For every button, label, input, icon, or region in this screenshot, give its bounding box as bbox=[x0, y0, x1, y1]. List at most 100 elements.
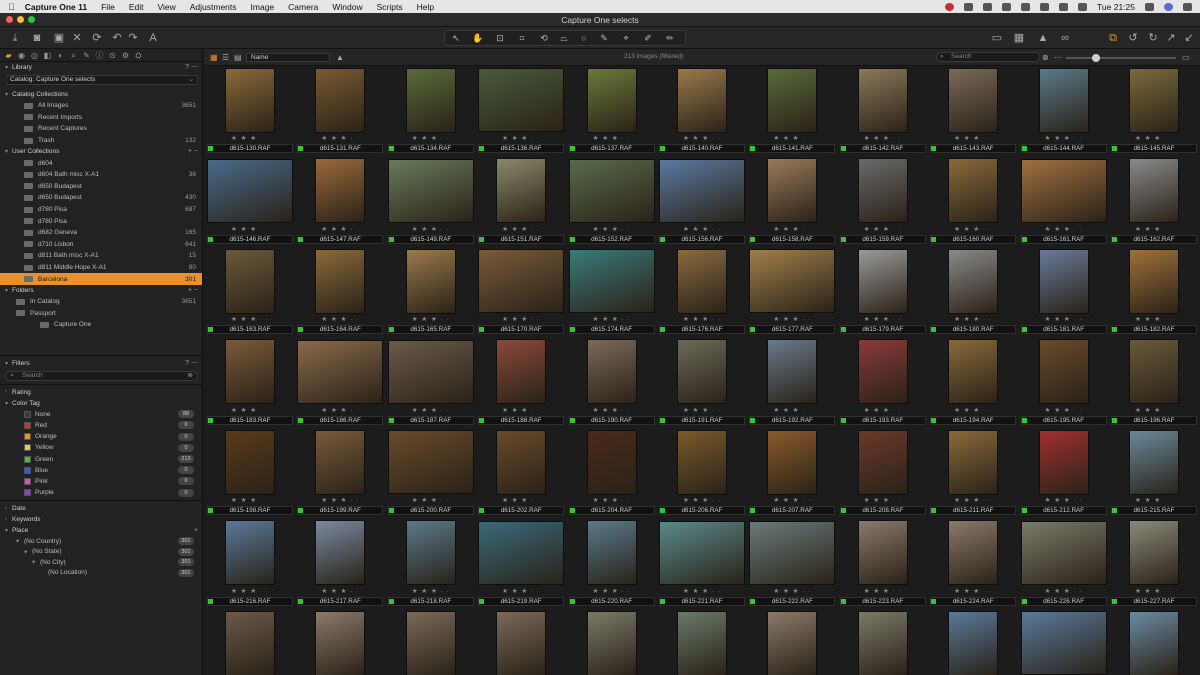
import-icon[interactable]: ⤓ bbox=[8, 31, 22, 45]
photo-thumbnail[interactable] bbox=[1129, 67, 1179, 133]
thumbnail-cell[interactable]: ★ ★ ★ · · d615-199.RAF bbox=[296, 429, 384, 520]
capture-tab-icon[interactable]: ◉ bbox=[17, 51, 26, 60]
star-rating[interactable]: ★ ★ ★ · · bbox=[839, 135, 927, 143]
crop-cursor-icon[interactable]: ⌗ bbox=[515, 32, 529, 45]
thumbnail-cell[interactable]: ★ ★ ★ · · d615-131.RAF bbox=[296, 67, 384, 158]
thumbnail-cell[interactable]: ★ ★ ★ · · d615-160.RAF bbox=[929, 158, 1017, 249]
menu-view[interactable]: View bbox=[157, 2, 175, 12]
rotate-cursor-icon[interactable]: ⟲ bbox=[537, 32, 551, 45]
star-rating[interactable]: ★ ★ ★ · · bbox=[477, 316, 565, 324]
photo-thumbnail[interactable] bbox=[496, 339, 547, 404]
photo-thumbnail[interactable] bbox=[1038, 429, 1089, 495]
star-rating[interactable]: ★ ★ ★ · · bbox=[658, 316, 746, 324]
thumbnail-cell[interactable]: ★ ★ ★ · · d615-159.RAF bbox=[839, 158, 927, 249]
star-rating[interactable]: ★ ★ ★ · · bbox=[929, 497, 1017, 505]
folder-item[interactable]: In Catalog 3651 bbox=[0, 296, 202, 308]
photo-thumbnail[interactable] bbox=[948, 158, 999, 223]
cloud-icon[interactable] bbox=[983, 2, 993, 11]
thumbnail-cell[interactable]: ★ ★ ★ · · d615-149.RAF bbox=[387, 158, 475, 249]
thumbnail-cell[interactable]: ★ ★ ★ · · d615-204.RAF bbox=[568, 429, 656, 520]
catalog-collection-item[interactable]: Recent Captures bbox=[0, 123, 202, 135]
thumbnail-cell[interactable]: ★ ★ ★ · · d615-143.RAF bbox=[929, 67, 1017, 158]
star-rating[interactable]: ★ ★ ★ · · bbox=[206, 497, 294, 505]
thumbnail-cell[interactable]: ★ ★ ★ · · d615-147.RAF bbox=[296, 158, 384, 249]
star-rating[interactable]: ★ ★ ★ · · bbox=[296, 588, 384, 596]
star-rating[interactable]: ★ ★ ★ · · bbox=[1020, 316, 1108, 324]
exposure-tab-icon[interactable]: ◐ bbox=[56, 51, 65, 60]
thumbnail-cell[interactable]: ★ ★ ★ · · d615-202.RAF bbox=[477, 429, 565, 520]
filters-actions[interactable]: ? ⋯ bbox=[185, 358, 198, 369]
sort-direction-icon[interactable]: ▲ bbox=[336, 53, 344, 62]
thumbnail-cell[interactable]: ★ ★ ★ · · d615-179.RAF bbox=[839, 248, 927, 339]
thumbnail-cell[interactable]: ★ ★ ★ · · d615-158.RAF bbox=[748, 158, 836, 249]
photo-thumbnail[interactable] bbox=[496, 429, 547, 495]
photo-thumbnail[interactable] bbox=[677, 339, 727, 404]
thumbnail-cell[interactable]: ★ ★ ★ · · d615-193.RAF bbox=[839, 339, 927, 430]
catalog-collection-item[interactable]: Recent Imports bbox=[0, 112, 202, 124]
apple-menu-icon[interactable]:  bbox=[8, 2, 15, 12]
photo-thumbnail[interactable] bbox=[857, 67, 908, 133]
thumbnail-cell[interactable]: ★ ★ ★ · · d615-156.RAF bbox=[658, 158, 746, 249]
photo-thumbnail[interactable] bbox=[225, 429, 275, 495]
thumbnail-cell[interactable]: ★ ★ ★ · · d615-196.RAF bbox=[1110, 339, 1198, 430]
thumbnail-cell[interactable]: ★ ★ ★ · · d615-224.RAF bbox=[929, 520, 1017, 611]
photo-thumbnail[interactable] bbox=[1129, 248, 1179, 314]
star-rating[interactable]: ★ ★ ★ · · bbox=[1110, 588, 1198, 596]
photo-thumbnail[interactable] bbox=[1129, 610, 1179, 675]
photo-thumbnail[interactable] bbox=[297, 339, 384, 404]
star-rating[interactable]: ★ ★ ★ · · bbox=[296, 226, 384, 234]
star-rating[interactable]: ★ ★ ★ · · bbox=[839, 588, 927, 596]
star-rating[interactable]: ★ ★ ★ · · bbox=[296, 135, 384, 143]
user-collection-item[interactable]: d811 Middle Hope X-A1 80 bbox=[0, 262, 202, 274]
thumbnail-cell[interactable]: ★ ★ ★ · · d615-216.RAF bbox=[206, 520, 294, 611]
menu-edit[interactable]: Edit bbox=[129, 2, 144, 12]
photo-thumbnail[interactable] bbox=[677, 248, 727, 314]
capture-icon[interactable]: ◙ bbox=[30, 31, 44, 45]
batch-tab-icon[interactable]: ⛭ bbox=[134, 51, 143, 60]
photo-thumbnail[interactable] bbox=[948, 339, 999, 404]
thumbnail-cell[interactable]: ★ ★ ★ · · d615-208.RAF bbox=[839, 429, 927, 520]
photo-thumbnail[interactable] bbox=[496, 610, 547, 675]
color-tag-filter-item[interactable]: Yellow 0 bbox=[0, 442, 202, 453]
thumbnail-cell[interactable]: ★ ★ ★ · · d615-177.RAF bbox=[748, 248, 836, 339]
photo-thumbnail[interactable] bbox=[1020, 611, 1107, 675]
menu-window[interactable]: Window bbox=[332, 2, 362, 12]
photo-thumbnail[interactable] bbox=[659, 158, 745, 223]
photo-thumbnail[interactable] bbox=[405, 520, 456, 585]
thumbnail-cell[interactable]: ★ ★ ★ · · d615-206.RAF bbox=[658, 429, 746, 520]
browser-search-input[interactable]: ⌕ Search bbox=[936, 52, 1040, 62]
star-rating[interactable]: ★ ★ ★ · · bbox=[658, 497, 746, 505]
photo-thumbnail[interactable] bbox=[767, 67, 818, 133]
folder-item[interactable]: Passport bbox=[0, 308, 202, 320]
photo-thumbnail[interactable] bbox=[948, 67, 999, 133]
text-tool-icon[interactable]: A bbox=[146, 31, 160, 45]
photo-thumbnail[interactable] bbox=[478, 68, 565, 132]
star-rating[interactable]: ★ ★ ★ · · bbox=[568, 316, 656, 324]
thumbnail-cell[interactable]: ★ ★ ★ · · d615-221.RAF bbox=[658, 520, 746, 611]
photo-thumbnail[interactable] bbox=[315, 248, 366, 314]
thumbnail-cell[interactable]: ★ ★ ★ · · d615-222.RAF bbox=[748, 520, 836, 611]
user-collection-item[interactable]: d710 Lisbon 641 bbox=[0, 239, 202, 251]
star-rating[interactable]: ★ ★ ★ · · bbox=[839, 497, 927, 505]
thumbnail-cell[interactable]: ★ ★ ★ · · bbox=[839, 610, 927, 675]
star-rating[interactable]: ★ ★ ★ · · bbox=[1110, 135, 1198, 143]
star-rating[interactable]: ★ ★ ★ · · bbox=[929, 316, 1017, 324]
sort-select[interactable]: Name bbox=[246, 53, 330, 62]
star-rating[interactable]: ★ ★ ★ · · bbox=[387, 316, 475, 324]
thumbnail-cell[interactable]: ★ ★ ★ · · d615-195.RAF bbox=[1020, 339, 1108, 430]
thumbnail-cell[interactable]: ★ ★ ★ · · d615-141.RAF bbox=[748, 67, 836, 158]
delete-icon[interactable]: ✕ bbox=[70, 31, 84, 45]
thumbnail-cell[interactable]: ★ ★ ★ · · d615-140.RAF bbox=[658, 67, 746, 158]
user-collection-item[interactable]: Barcelona 301 bbox=[0, 273, 202, 285]
photo-thumbnail[interactable] bbox=[225, 67, 275, 133]
thumbnail-cell[interactable]: ★ ★ ★ · · d615-136.RAF bbox=[477, 67, 565, 158]
star-rating[interactable]: ★ ★ ★ · · bbox=[387, 588, 475, 596]
thumbnail-cell[interactable]: ★ ★ ★ · · bbox=[929, 610, 1017, 675]
photo-thumbnail[interactable] bbox=[387, 430, 474, 494]
photo-thumbnail[interactable] bbox=[948, 520, 999, 585]
thumbnail-cell[interactable]: ★ ★ ★ · · bbox=[387, 610, 475, 675]
thumbnail-cell[interactable]: ★ ★ ★ · · d615-190.RAF bbox=[568, 339, 656, 430]
thumbnail-cell[interactable]: ★ ★ ★ · · d615-170.RAF bbox=[477, 248, 565, 339]
thumbnail-cell[interactable]: ★ ★ ★ · · d615-145.RAF bbox=[1110, 67, 1198, 158]
menu-camera[interactable]: Camera bbox=[288, 2, 318, 12]
